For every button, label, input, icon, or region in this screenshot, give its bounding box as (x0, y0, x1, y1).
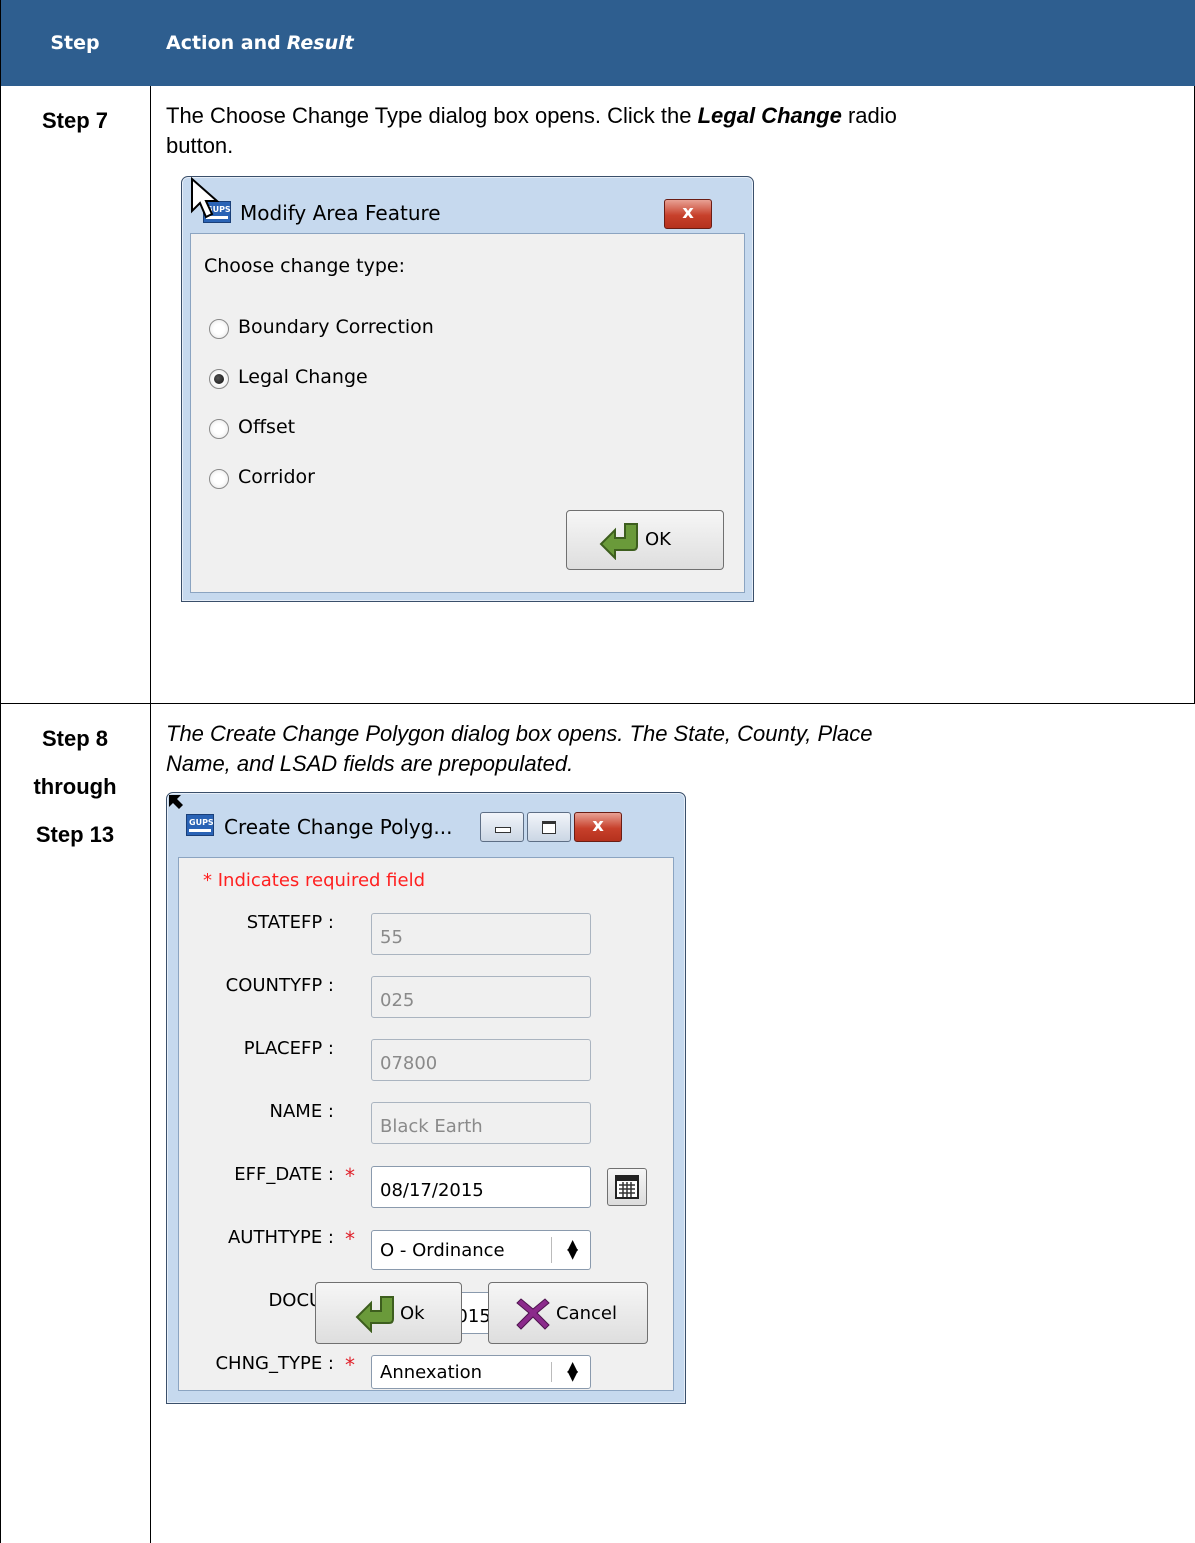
header-step: Step (50, 32, 100, 54)
column-divider (150, 86, 151, 1543)
dialog-titlebar[interactable]: GUPS Create Change Polyg... x (167, 793, 685, 842)
dialog-titlebar[interactable]: GUPS Modify Area Feature x (182, 177, 753, 235)
option-label[interactable]: Legal Change (238, 366, 368, 388)
authtype-label: AUTHTYPE : (227, 1227, 334, 1248)
create-change-polygon-dialog: GUPS Create Change Polyg... x * Indicate… (166, 792, 686, 1404)
step7-text-bold: Legal Change (697, 103, 842, 128)
ok-button[interactable]: Ok (315, 1282, 462, 1344)
option-label[interactable]: Boundary Correction (238, 316, 434, 338)
option-label[interactable]: Corridor (238, 466, 315, 488)
ok-label: OK (645, 529, 671, 550)
instruction-table: Step Action and Result Step 7 The Choose… (0, 0, 1195, 1543)
calendar-button[interactable] (607, 1168, 647, 1206)
required-field-note: * Indicates required field (203, 870, 426, 891)
dialog-body: Choose change type: Boundary Correction … (190, 233, 745, 593)
ok-arrow-icon (355, 1296, 394, 1333)
header-action: Action and Result (166, 0, 354, 86)
step7-text-3: button. (166, 133, 234, 158)
step7-text-1: The Choose Change Type dialog box opens.… (166, 103, 698, 128)
placefp-label: PLACEFP : (243, 1038, 334, 1059)
calendar-icon (615, 1175, 639, 1199)
ok-arrow-icon (599, 523, 638, 560)
docu-label: DOCU : (268, 1290, 334, 1311)
cancel-x-icon (516, 1298, 550, 1330)
updown-arrows-icon: ▲ ▼ (567, 1359, 578, 1384)
radio-corridor[interactable] (209, 469, 229, 489)
cancel-button[interactable]: Cancel (488, 1282, 648, 1344)
updown-arrows-icon: ▲ ▼ (567, 1237, 578, 1262)
authtype-select[interactable]: O - Ordinance ▲ ▼ (371, 1230, 591, 1270)
header-action-italic: Result (286, 32, 354, 54)
countyfp-field: 025 (371, 976, 591, 1018)
minimize-icon[interactable] (480, 812, 524, 842)
chng-type-label: CHNG_TYPE : (215, 1353, 334, 1374)
step8-text-2: Name, and LSAD fields are prepopulated. (166, 751, 574, 776)
ok-button[interactable]: OK (566, 510, 724, 570)
maximize-icon[interactable] (527, 812, 571, 842)
eff-date-input[interactable]: 08/17/2015 (371, 1166, 591, 1208)
option-label[interactable]: Offset (238, 416, 295, 438)
step8-label-1: Step 8 (41, 726, 109, 751)
radio-offset[interactable] (209, 419, 229, 439)
step8-text-1: The Create Change Polygon dialog box ope… (166, 721, 873, 746)
step8-label-3: Step 13 (35, 822, 115, 847)
name-label: NAME : (269, 1101, 334, 1122)
statefp-label: STATEFP : (246, 912, 334, 933)
authtype-value: O - Ordinance (380, 1240, 505, 1261)
step7-label: Step 7 (41, 108, 109, 133)
statefp-field: 55 (371, 913, 591, 955)
radio-legal-change[interactable] (209, 369, 229, 389)
change-type-prompt: Choose change type: (204, 255, 405, 277)
ok-label: Ok (400, 1303, 425, 1324)
step8-instruction: The Create Change Polygon dialog box ope… (166, 719, 872, 779)
step7-text-2: radio (841, 103, 897, 128)
required-mark: * (345, 1353, 355, 1377)
radio-boundary-correction[interactable] (209, 319, 229, 339)
cancel-label: Cancel (556, 1303, 617, 1324)
mouse-cursor-icon (191, 177, 220, 219)
required-mark: * (345, 1164, 355, 1188)
gups-app-icon: GUPS (186, 814, 214, 836)
table-header: Step Action and Result (0, 0, 1195, 86)
placefp-field: 07800 (371, 1039, 591, 1081)
header-action-text: Action and (166, 32, 281, 54)
step7-instruction: The Choose Change Type dialog box opens.… (166, 101, 897, 161)
chng-type-value: Annexation (380, 1362, 483, 1383)
close-icon[interactable]: x (664, 199, 712, 229)
required-mark: * (345, 1227, 355, 1251)
row-divider (0, 703, 1195, 704)
chng-type-select[interactable]: Annexation ▲ ▼ (371, 1355, 591, 1389)
dialog-title: Modify Area Feature (240, 201, 441, 225)
border-left (0, 0, 1, 1543)
modify-area-feature-dialog: GUPS Modify Area Feature x Choose change… (181, 176, 754, 602)
step8-label-2: through (33, 774, 117, 799)
countyfp-label: COUNTYFP : (225, 975, 334, 996)
eff-date-label: EFF_DATE : (234, 1164, 334, 1185)
dialog-title: Create Change Polyg... (224, 815, 453, 839)
close-icon[interactable]: x (574, 812, 622, 842)
name-field: Black Earth (371, 1102, 591, 1144)
